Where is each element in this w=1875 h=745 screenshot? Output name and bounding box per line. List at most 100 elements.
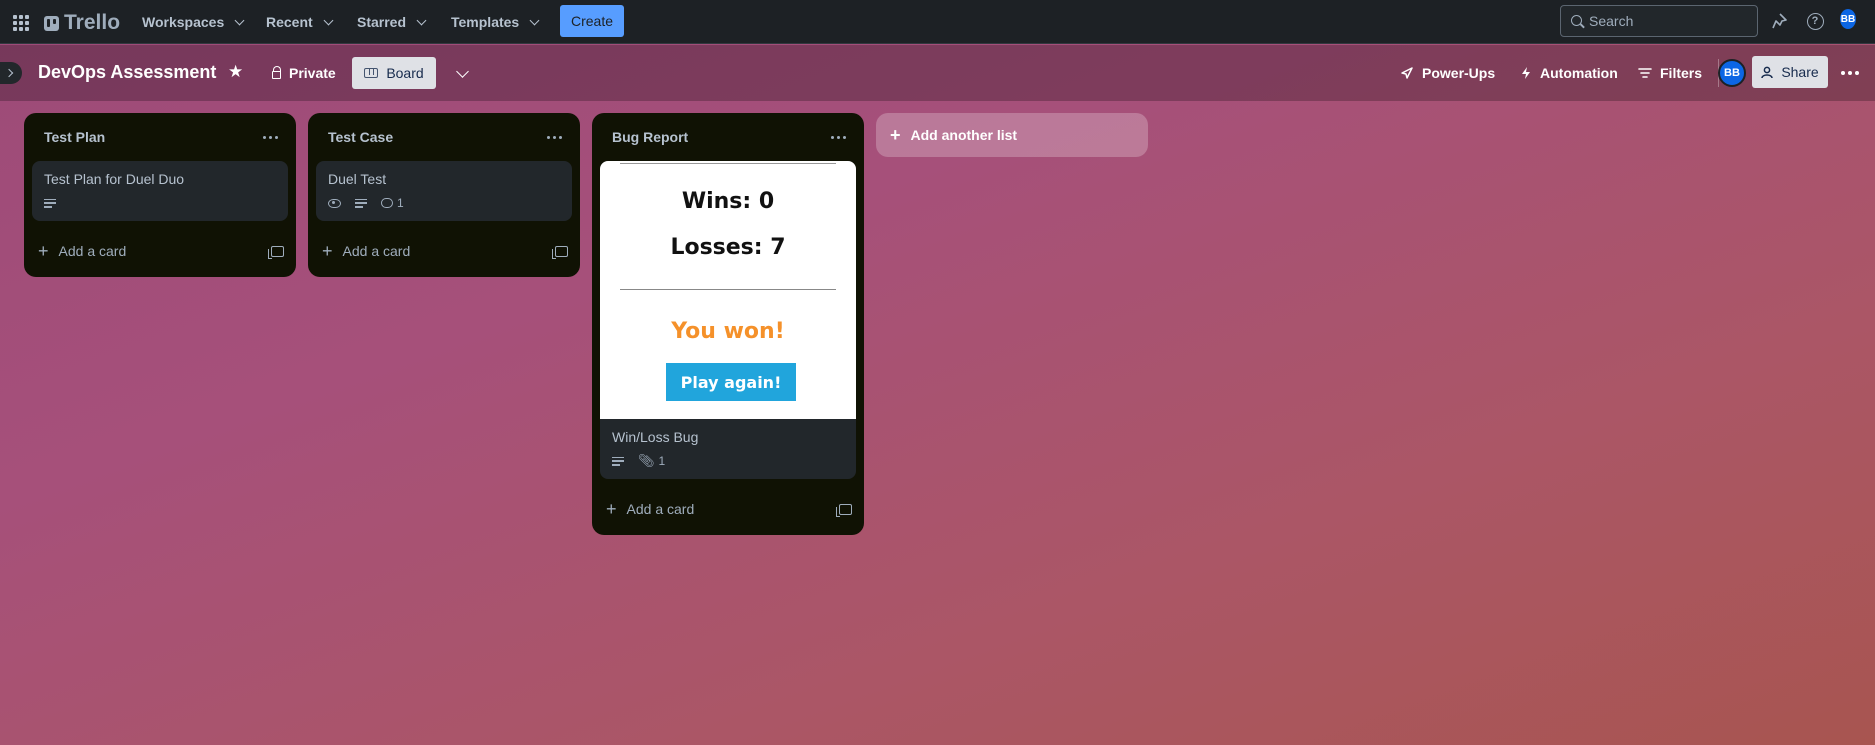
card-title: Test Plan for Duel Duo: [44, 171, 185, 187]
card-badges: [44, 193, 276, 213]
recent-label: Recent: [266, 14, 313, 30]
list-header: Test Case: [308, 113, 580, 161]
top-navigation: Trello Workspaces Recent Starred Templat…: [0, 0, 1875, 44]
description-icon: [355, 198, 367, 208]
list-actions-icon[interactable]: [825, 130, 852, 145]
add-card-button[interactable]: + Add a card: [606, 499, 695, 519]
power-ups-button[interactable]: Power-Ups: [1400, 57, 1495, 89]
attachments-badge: 📎︎ 1: [638, 453, 665, 469]
cover-divider: [620, 289, 836, 290]
list-test-case: Test Case Duel Test 1 + Add a card: [308, 113, 580, 277]
board-view-label: Board: [386, 65, 424, 81]
starred-label: Starred: [357, 14, 407, 30]
visibility-button[interactable]: Private: [272, 57, 336, 89]
cover-play-again-button: Play again!: [666, 363, 796, 401]
avatar: BB: [1718, 59, 1746, 87]
plus-icon: +: [322, 241, 333, 261]
card[interactable]: Duel Test 1: [316, 161, 572, 221]
plus-icon: +: [38, 241, 49, 261]
search-icon: [1571, 15, 1582, 26]
filters-button[interactable]: Filters: [1638, 57, 1702, 89]
rocket-icon: [1401, 67, 1413, 79]
add-card-label: Add a card: [626, 501, 695, 517]
sidebar-toggle[interactable]: [0, 62, 22, 84]
card-badges: 1: [328, 193, 560, 213]
board-view-button[interactable]: Board: [352, 57, 436, 89]
logo-text: Trello: [64, 11, 121, 34]
search-input[interactable]: Search: [1560, 5, 1758, 37]
chevron-right-icon: [4, 68, 14, 78]
list-test-plan: Test Plan Test Plan for Duel Duo + Add a…: [24, 113, 296, 277]
list-actions-icon[interactable]: [541, 130, 568, 145]
description-icon: [44, 198, 56, 208]
add-card-label: Add a card: [342, 243, 411, 259]
list-bug-report: Bug Report Wins: 0 Losses: 7 You won! Pl…: [592, 113, 864, 535]
card[interactable]: Wins: 0 Losses: 7 You won! Play again! W…: [600, 161, 856, 479]
list-title[interactable]: Test Case: [328, 129, 393, 145]
templates-label: Templates: [451, 14, 520, 30]
create-button[interactable]: Create: [560, 5, 624, 37]
board-member-avatar[interactable]: BB: [1718, 59, 1746, 87]
views-dropdown[interactable]: [444, 57, 476, 89]
add-list-label: Add another list: [910, 127, 1018, 143]
templates-menu[interactable]: Templates: [451, 10, 540, 34]
add-list-button[interactable]: + Add another list: [876, 113, 1148, 157]
cover-divider: [620, 163, 836, 164]
card-body: Win/Loss Bug 📎︎ 1: [600, 419, 856, 479]
automation-label: Automation: [1540, 65, 1618, 81]
share-button[interactable]: Share: [1752, 56, 1828, 88]
plus-icon: +: [890, 125, 901, 145]
account-avatar[interactable]: BB: [1838, 7, 1858, 31]
board-menu-icon[interactable]: [1836, 57, 1864, 89]
card-template-icon[interactable]: [268, 245, 284, 259]
list-header: Bug Report: [592, 113, 864, 161]
paperclip-icon: 📎︎: [638, 453, 655, 468]
plus-icon: +: [606, 499, 617, 519]
card-template-icon[interactable]: [552, 245, 568, 259]
chevron-down-icon: [234, 15, 245, 25]
avatar: BB: [1838, 7, 1858, 31]
share-label: Share: [1781, 64, 1819, 80]
list-footer: + Add a card: [24, 229, 296, 273]
trello-logo-icon: [44, 15, 59, 31]
workspaces-menu[interactable]: Workspaces: [142, 10, 245, 34]
app-switcher-icon[interactable]: [10, 12, 30, 32]
add-card-button[interactable]: + Add a card: [38, 241, 126, 261]
chevron-down-icon: [455, 64, 469, 78]
chevron-down-icon: [323, 15, 334, 25]
list-actions-icon[interactable]: [257, 130, 284, 145]
trello-logo[interactable]: Trello: [44, 11, 120, 35]
card-title: Duel Test: [328, 171, 387, 187]
card-template-icon[interactable]: [836, 503, 852, 517]
list-title[interactable]: Test Plan: [44, 129, 105, 145]
lock-icon: [272, 65, 281, 79]
add-card-button[interactable]: + Add a card: [322, 241, 411, 261]
search-placeholder: Search: [1589, 13, 1634, 29]
recent-menu[interactable]: Recent: [266, 10, 334, 34]
starred-menu[interactable]: Starred: [357, 10, 427, 34]
chevron-down-icon: [529, 15, 540, 25]
filters-label: Filters: [1660, 65, 1703, 81]
add-person-icon: [1761, 66, 1774, 78]
cover-result-text: You won!: [671, 319, 785, 344]
list-title[interactable]: Bug Report: [612, 129, 688, 145]
lightning-icon: [1522, 67, 1530, 79]
notifications-icon[interactable]: [1770, 11, 1790, 31]
comment-icon: [381, 198, 393, 208]
board-icon: [364, 68, 379, 78]
card[interactable]: Test Plan for Duel Duo: [32, 161, 288, 221]
card-badges: 📎︎ 1: [612, 451, 844, 471]
list-footer: + Add a card: [592, 487, 864, 531]
card-cover-image: Wins: 0 Losses: 7 You won! Play again!: [600, 161, 856, 419]
board-header: DevOps Assessment ★ Private Board Power-…: [0, 45, 1875, 101]
star-icon[interactable]: ★: [228, 63, 246, 81]
workspaces-label: Workspaces: [142, 14, 225, 30]
visibility-label: Private: [289, 65, 336, 81]
board-title[interactable]: DevOps Assessment: [38, 62, 216, 83]
automation-button[interactable]: Automation: [1520, 57, 1618, 89]
help-icon[interactable]: ?: [1805, 11, 1825, 31]
cover-losses-text: Losses: 7: [670, 235, 786, 260]
card-title: Win/Loss Bug: [612, 429, 699, 445]
comment-count: 1: [397, 196, 404, 210]
attachment-count: 1: [658, 454, 666, 468]
